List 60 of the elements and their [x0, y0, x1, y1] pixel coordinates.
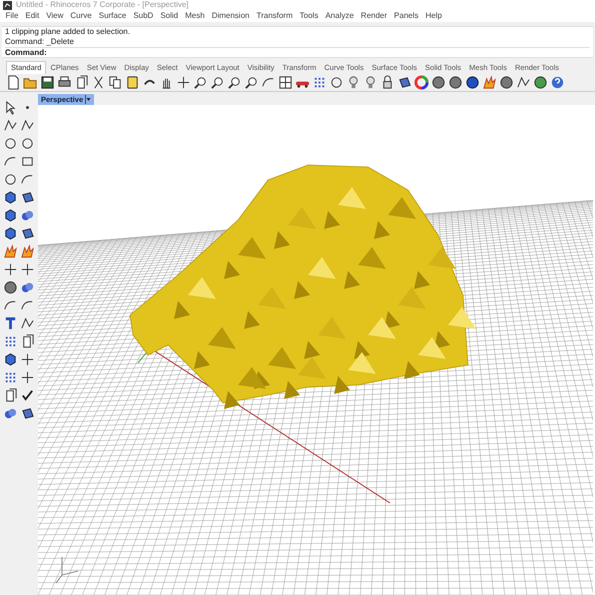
- polyline-icon[interactable]: [20, 316, 35, 331]
- dropdown-arrow-icon[interactable]: [85, 95, 92, 104]
- window-title: Untitled - Rhinoceros 7 Corporate - [Perspective]: [16, 1, 189, 10]
- menu-item[interactable]: Transform: [252, 12, 296, 20]
- help-icon[interactable]: [550, 75, 565, 90]
- move-icon[interactable]: [20, 370, 35, 385]
- spheres-icon[interactable]: [20, 280, 35, 295]
- move-icon[interactable]: [3, 262, 18, 277]
- move-icon[interactable]: [20, 262, 35, 277]
- menu-item[interactable]: File: [2, 12, 22, 20]
- circle-icon[interactable]: [3, 172, 18, 187]
- menu-item[interactable]: Edit: [22, 12, 43, 20]
- command-history-line: 1 clipping plane added to selection.: [5, 26, 131, 37]
- check-icon[interactable]: [20, 388, 35, 403]
- clipboard-icon[interactable]: [125, 75, 140, 90]
- polyline-icon[interactable]: [516, 75, 531, 90]
- menu-item[interactable]: Analyze: [322, 12, 358, 20]
- menu-item[interactable]: Mesh: [182, 12, 208, 20]
- menu-item[interactable]: Surface: [95, 12, 130, 20]
- burst-icon[interactable]: [20, 244, 35, 259]
- circle-icon[interactable]: [20, 136, 35, 151]
- copy-icon[interactable]: [108, 75, 123, 90]
- axis-gizmo-icon: [56, 556, 78, 584]
- spheres-icon[interactable]: [3, 406, 18, 421]
- magnifier-icon[interactable]: [210, 75, 225, 90]
- ball-icon[interactable]: [3, 280, 18, 295]
- menu-item[interactable]: Solid: [156, 12, 182, 20]
- menu-item[interactable]: Render: [357, 12, 391, 20]
- polyline-icon[interactable]: [3, 118, 18, 133]
- colorwheel-icon[interactable]: [414, 75, 429, 90]
- move-icon[interactable]: [20, 352, 35, 367]
- menu-item[interactable]: SubD: [130, 12, 157, 20]
- menu-item[interactable]: Curve: [66, 12, 96, 20]
- burst-icon[interactable]: [482, 75, 497, 90]
- polyline-icon[interactable]: [20, 118, 35, 133]
- menu-item[interactable]: Help: [422, 12, 446, 20]
- command-prompt[interactable]: Command:: [5, 48, 590, 58]
- circle-icon[interactable]: [3, 136, 18, 151]
- burst-icon[interactable]: [3, 244, 18, 259]
- ball-icon[interactable]: [448, 75, 463, 90]
- magnifier-icon[interactable]: [244, 75, 259, 90]
- menu-item[interactable]: Tools: [296, 12, 322, 20]
- text-icon[interactable]: [3, 316, 18, 331]
- menu-item[interactable]: Panels: [390, 12, 422, 20]
- spheres-icon[interactable]: [20, 208, 35, 223]
- menu-item[interactable]: View: [42, 12, 67, 20]
- menu-item[interactable]: Dimension: [208, 12, 253, 20]
- command-history-line: Command: _Delete: [5, 36, 75, 47]
- ball-icon[interactable]: [499, 75, 514, 90]
- dots-icon[interactable]: [3, 370, 18, 385]
- document-icon[interactable]: [6, 75, 21, 90]
- move-icon[interactable]: [176, 75, 191, 90]
- circle-icon[interactable]: [329, 75, 344, 90]
- ball-icon[interactable]: [431, 75, 446, 90]
- bluesphere-icon[interactable]: [465, 75, 480, 90]
- save-icon[interactable]: [40, 75, 55, 90]
- magnifier-icon[interactable]: [227, 75, 242, 90]
- dots-icon[interactable]: [3, 334, 18, 349]
- magnifier-icon[interactable]: [193, 75, 208, 90]
- grid-icon[interactable]: [278, 75, 293, 90]
